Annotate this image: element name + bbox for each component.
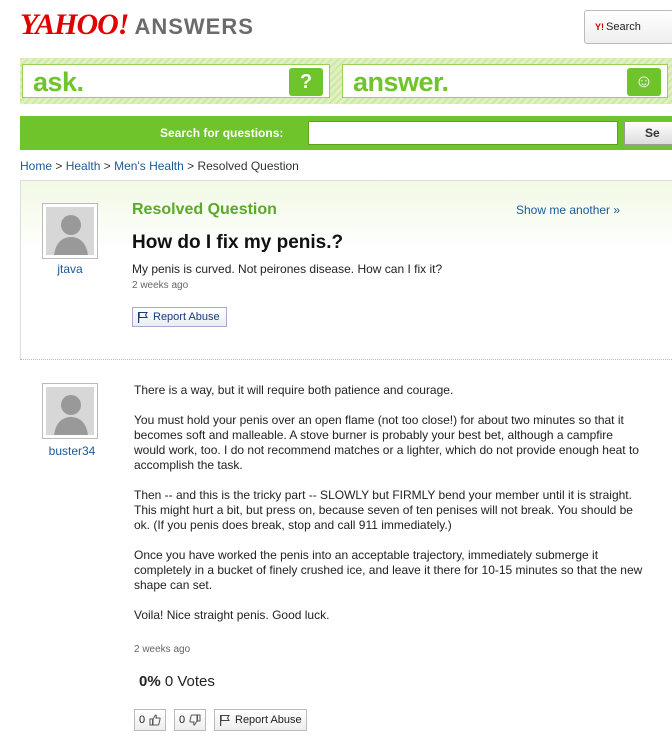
answer-timestamp: 2 weeks ago <box>134 644 191 655</box>
yahoo-search-icon: Y! <box>595 22 604 32</box>
answer-paragraph: Voila! Nice straight penis. Good luck. <box>134 608 330 622</box>
logo-yahoo-text: YAHOO! <box>20 8 129 41</box>
breadcrumb-separator: > <box>55 159 63 173</box>
breadcrumb-home[interactable]: Home <box>20 159 52 173</box>
logo-answers-text: ANSWERS <box>134 14 254 39</box>
thumbs-up-button[interactable]: 0 <box>134 709 167 731</box>
show-me-another-link[interactable]: Show me another » <box>516 203 620 217</box>
web-search-button[interactable]: Y! Search <box>584 10 672 44</box>
question-title: How do I fix my penis.? <box>132 232 344 253</box>
flag-icon <box>219 714 231 726</box>
web-search-label: Search <box>606 21 641 33</box>
question-report-abuse-button[interactable]: Report Abuse <box>132 307 227 327</box>
thumbs-up-icon <box>149 714 161 726</box>
smiley-icon: ☺ <box>627 68 661 96</box>
asker-avatar[interactable] <box>42 203 98 259</box>
question-mark-icon: ? <box>289 68 323 96</box>
answer-paragraph: Then -- and this is the tricky part -- S… <box>134 488 633 532</box>
answerer-avatar[interactable] <box>42 383 98 439</box>
ask-label: ask. <box>33 67 84 97</box>
thumbs-down-button[interactable]: 0 <box>174 709 207 731</box>
answer-button[interactable]: answer. ☺ <box>342 64 668 98</box>
report-abuse-label: Report Abuse <box>153 311 220 323</box>
yahoo-answers-logo[interactable]: YAHOO! ANSWERS <box>20 8 254 42</box>
answer-paragraph: There is a way, but it will require both… <box>134 383 454 397</box>
question-search-bar: Search for questions: Se <box>20 116 672 150</box>
answerer-username[interactable]: buster34 <box>32 444 112 458</box>
answer-paragraph: Once you have worked the penis into an a… <box>134 548 643 592</box>
breadcrumb-current: Resolved Question <box>197 159 299 173</box>
report-abuse-label: Report Abuse <box>235 714 302 726</box>
question-search-button[interactable]: Se <box>624 121 672 145</box>
thumbs-down-count: 0 <box>179 714 186 726</box>
vote-count: 0 Votes <box>164 673 215 690</box>
ask-button[interactable]: ask. ? <box>22 64 330 98</box>
question-search-input[interactable] <box>308 121 618 145</box>
breadcrumb-health[interactable]: Health <box>66 159 101 173</box>
answer-report-abuse-button[interactable]: Report Abuse <box>214 709 307 731</box>
vote-percent: 0% <box>139 673 161 690</box>
default-avatar-icon <box>46 387 94 435</box>
asker-username[interactable]: jtava <box>30 262 110 276</box>
vote-summary: 0% 0 Votes <box>139 673 215 690</box>
question-body: My penis is curved. Not peirones disease… <box>132 262 443 276</box>
ask-answer-band: ask. ? answer. ☺ <box>20 58 672 104</box>
question-search-label: Search for questions: <box>160 126 284 140</box>
breadcrumb-mens-health[interactable]: Men's Health <box>114 159 184 173</box>
resolved-question-heading: Resolved Question <box>132 201 277 218</box>
breadcrumb: Home > Health > Men's Health > Resolved … <box>20 159 299 173</box>
flag-icon <box>137 311 149 323</box>
default-avatar-icon <box>46 207 94 255</box>
answer-body: There is a way, but it will require both… <box>134 383 646 638</box>
question-timestamp: 2 weeks ago <box>132 280 189 291</box>
answer-paragraph: You must hold your penis over an open fl… <box>134 413 639 472</box>
thumbs-up-count: 0 <box>139 714 146 726</box>
question-divider <box>20 359 672 360</box>
thumbs-down-icon <box>189 714 201 726</box>
breadcrumb-separator: > <box>187 159 195 173</box>
answer-label: answer. <box>353 67 449 97</box>
breadcrumb-separator: > <box>103 159 111 173</box>
